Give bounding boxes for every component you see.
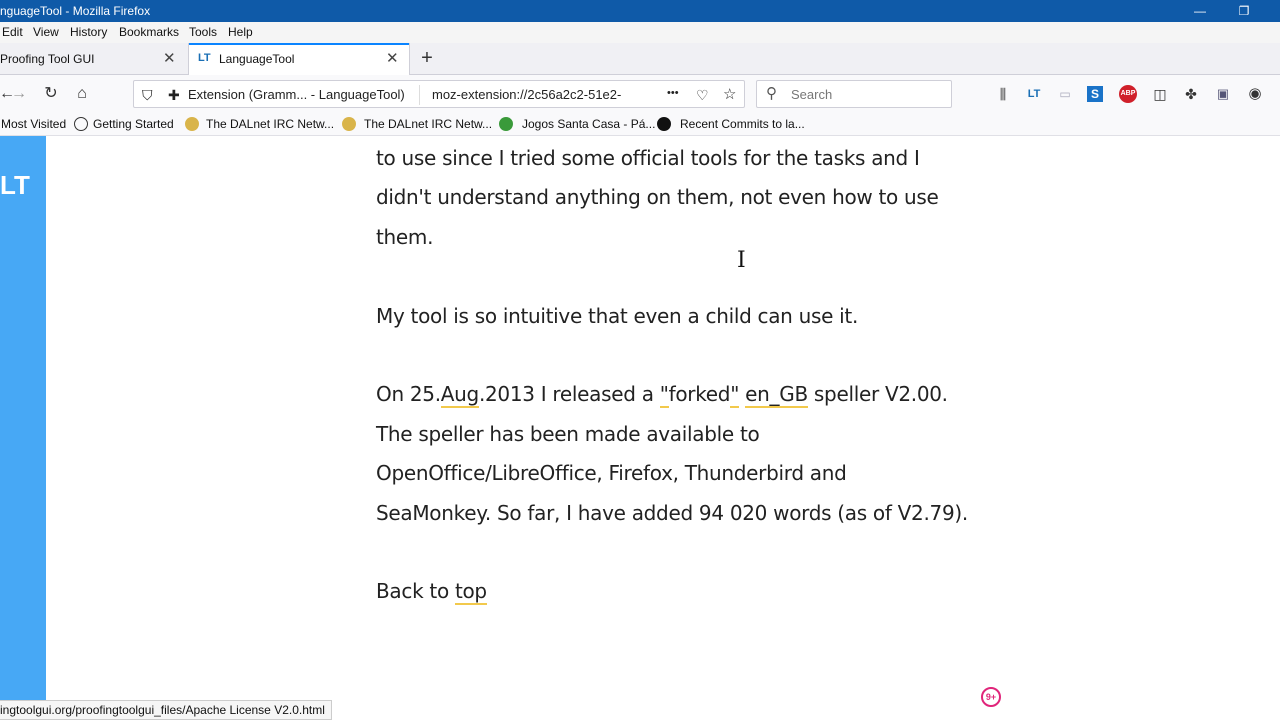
screen-icon[interactable]: ▣ [1213,84,1233,104]
url-bar[interactable]: ⛉ ✚ Extension (Gramm... - LanguageTool) … [133,80,745,108]
account-icon[interactable]: ◉ [1245,84,1265,104]
grammar-flagged-word[interactable]: " [730,382,739,408]
extension-label: Extension (Gramm... - LanguageTool) [188,87,405,102]
bookmark-dalnet-1[interactable]: The DALnet IRC Netw... [206,117,334,131]
text-run: forked [668,382,731,406]
adblock-icon[interactable]: ABP [1119,85,1137,103]
bookmark-getting-started[interactable]: Getting Started [93,117,174,131]
restore-button[interactable]: ❐ [1234,2,1254,20]
bookmarks-bar: Most Visited Getting Started The DALnet … [0,113,1280,136]
grammar-flagged-word[interactable]: Aug [440,382,479,408]
grammar-flagged-word[interactable]: en_GB [745,382,808,408]
back-to-top-link[interactable]: Back to top [376,579,487,605]
library-icon[interactable]: ⫼ [993,84,1013,104]
bookmark-jogos-santa-casa[interactable]: Jogos Santa Casa - Pá... [522,117,655,131]
paragraph-line: SeaMonkey. So far, I have added 94 020 w… [376,501,968,525]
status-bar: ingtoolgui.org/proofingtoolgui_files/Apa… [0,700,332,720]
paragraph-line: them. [376,225,434,249]
sidebar-icon[interactable]: ◫ [1150,84,1170,104]
notification-badge[interactable]: 9+ [981,687,1001,707]
bookmark-most-visited[interactable]: Most Visited [1,117,66,131]
tab-proofing-tool-gui[interactable]: Proofing Tool GUI ✕ [0,43,188,75]
paragraph-line: OpenOffice/LibreOffice, Firefox, Thunder… [376,461,847,485]
menu-bookmarks[interactable]: Bookmarks [119,25,179,39]
url-separator [419,85,420,105]
window-title: nguageTool - Mozilla Firefox [0,4,151,18]
new-tab-button[interactable]: + [416,47,438,69]
tab-label: Proofing Tool GUI [0,52,95,66]
puzzle-icon: ✚ [168,87,180,103]
tab-languagetool[interactable]: LT LanguageTool ✕ [188,43,410,75]
dalnet-icon [342,117,356,131]
languagetool-favicon-icon: LT [198,52,211,64]
menu-history[interactable]: History [70,25,107,39]
github-icon [657,117,671,131]
tab-close-icon[interactable]: ✕ [163,49,176,67]
menu-edit[interactable]: Edit [2,25,23,39]
search-icon: ⚲ [766,85,777,102]
languagetool-sidebar: LT [0,136,46,700]
languagetool-logo: LT [0,170,30,200]
url-text[interactable]: moz-extension://2c56a2c2-51e2- [432,87,632,102]
clover-icon [499,117,513,131]
minimize-button[interactable]: — [1190,2,1210,20]
window-titlebar: nguageTool - Mozilla Firefox — ❐ [0,0,1280,22]
globe-icon [74,117,88,131]
text-run: On 25. [376,382,441,406]
grammar-flagged-word[interactable]: " [659,382,669,408]
text-run: .2013 I released a [478,382,660,406]
paragraph-line: The speller has been made available to [376,422,760,446]
shield-icon: ⛉ [142,87,153,103]
paragraph-line: didn't understand anything on them, not … [376,185,939,209]
more-icon[interactable]: ••• [667,87,679,99]
extension-puzzle-icon[interactable]: ✤ [1181,84,1201,104]
text-run: Back to [376,579,455,603]
menu-bar: Edit View History Bookmarks Tools Help [0,22,1280,43]
menu-tools[interactable]: Tools [189,25,217,39]
bookmark-dalnet-2[interactable]: The DALnet IRC Netw... [364,117,492,131]
home-icon[interactable]: ⌂ [71,83,93,105]
text-cursor-icon: I [737,248,746,273]
pocket-icon[interactable]: ♡ [696,87,709,104]
search-box[interactable]: ⚲ Search [756,80,952,108]
bookmark-recent-commits[interactable]: Recent Commits to la... [680,117,805,131]
bookmark-star-icon[interactable]: ☆ [723,85,736,103]
tab-bar: Proofing Tool GUI ✕ LT LanguageTool ✕ + [0,43,1280,75]
reload-icon[interactable]: ↻ [40,83,62,105]
paragraph-line: My tool is so intuitive that even a chil… [376,304,859,328]
languagetool-toolbar-icon[interactable]: LT [1024,84,1044,104]
menu-view[interactable]: View [33,25,59,39]
menu-help[interactable]: Help [228,25,253,39]
reader-icon[interactable]: ▭ [1055,84,1075,104]
s-extension-icon[interactable]: S [1087,86,1103,102]
grammar-flagged-word[interactable]: top [454,579,487,605]
text-run: speller V2.00. [807,382,948,406]
paragraph-line: On 25.Aug.2013 I released a "forked" en_… [376,382,948,408]
forward-icon[interactable]: → [8,83,30,105]
paragraph-line: to use since I tried some official tools… [376,146,920,170]
tab-close-icon[interactable]: ✕ [386,49,399,67]
tab-label: LanguageTool [219,52,295,66]
dalnet-icon [185,117,199,131]
search-placeholder: Search [791,87,833,102]
